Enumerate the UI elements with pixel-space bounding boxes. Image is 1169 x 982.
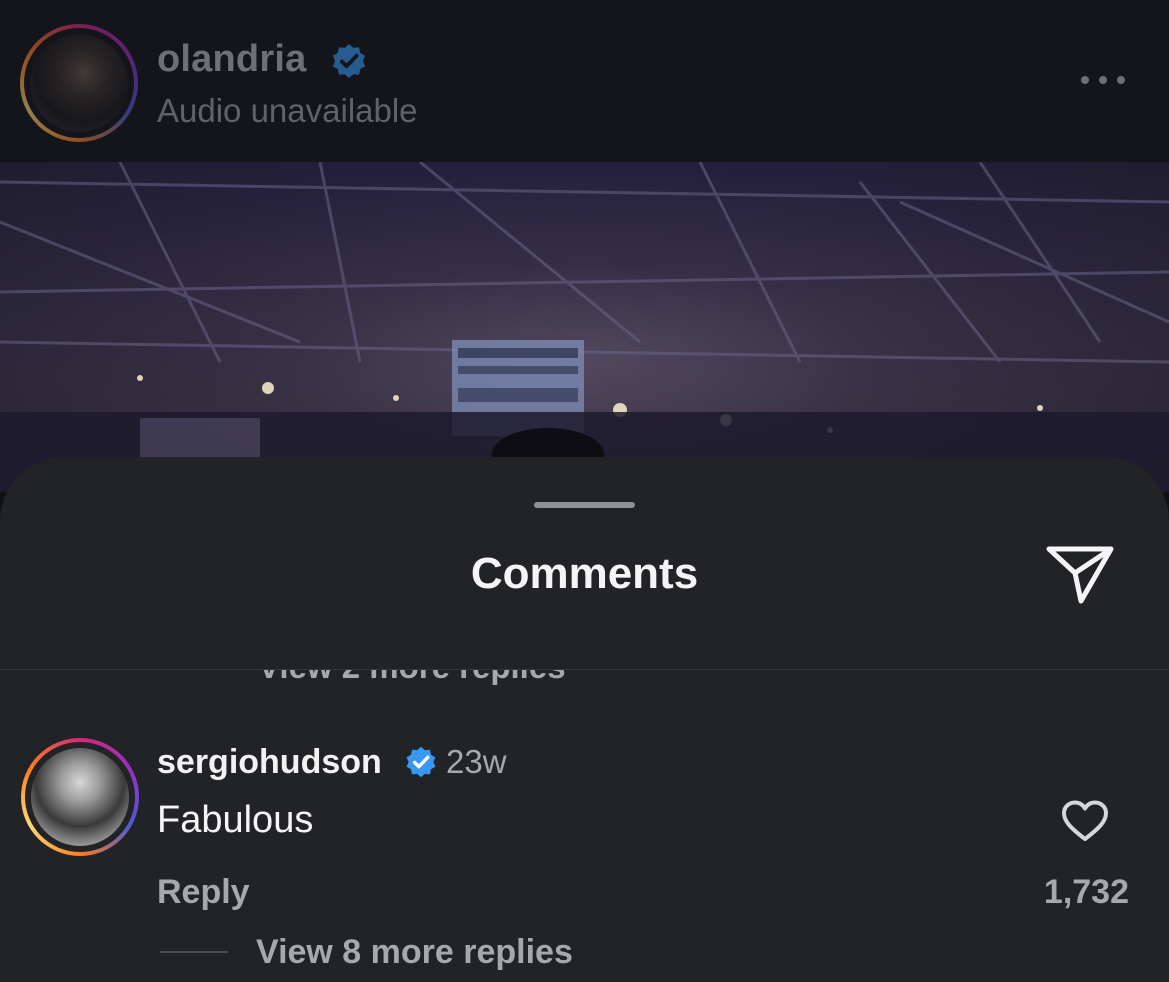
comment-username[interactable]: sergiohudson <box>157 743 382 782</box>
heart-icon[interactable] <box>1060 799 1110 843</box>
audio-status: Audio unavailable <box>157 92 418 129</box>
drag-handle[interactable] <box>534 502 635 508</box>
verified-badge-icon <box>406 746 436 778</box>
view-more-replies-button[interactable]: View 8 more replies <box>256 933 573 972</box>
commenter-avatar[interactable] <box>21 738 139 856</box>
instagram-comments-screen: olandria Audio unavailable Comments serg… <box>0 0 1169 982</box>
sheet-title: Comments <box>470 549 699 598</box>
verified-badge-icon <box>332 43 366 79</box>
author-username[interactable]: olandria <box>157 38 306 81</box>
author-avatar-photo <box>30 34 128 132</box>
comment-text: Fabulous <box>157 799 314 841</box>
like-count[interactable]: 1,732 <box>1044 873 1129 912</box>
replies-divider-line <box>160 951 228 953</box>
send-icon[interactable] <box>1044 543 1116 607</box>
post-header: olandria Audio unavailable <box>0 0 1169 162</box>
video-background <box>0 162 1169 492</box>
reply-button[interactable]: Reply <box>157 873 250 912</box>
more-horizontal-icon[interactable] <box>1078 68 1128 92</box>
comment-timestamp: 23w <box>446 743 507 780</box>
stadium-scene <box>0 162 1169 492</box>
view-more-replies-clipped-label: View 2 more replies <box>258 670 566 686</box>
view-more-replies-clipped[interactable]: View 2 more replies <box>0 670 1169 694</box>
author-avatar[interactable] <box>20 24 138 142</box>
commenter-avatar-photo <box>31 748 129 846</box>
comments-sheet: Comments View 2 more replies sergiohudso… <box>0 457 1169 982</box>
